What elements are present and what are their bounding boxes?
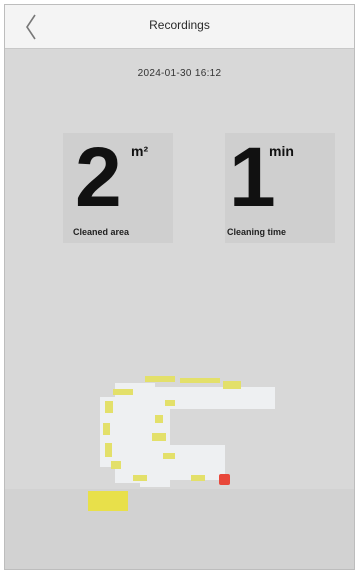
charging-dock-icon	[219, 474, 230, 485]
recordings-screen: Recordings 2024-01-30 16:12 2 m² Cleaned…	[4, 4, 355, 570]
cleaning-map	[88, 376, 275, 511]
zone-block	[88, 491, 128, 511]
cleaned-floor-area	[100, 383, 275, 487]
